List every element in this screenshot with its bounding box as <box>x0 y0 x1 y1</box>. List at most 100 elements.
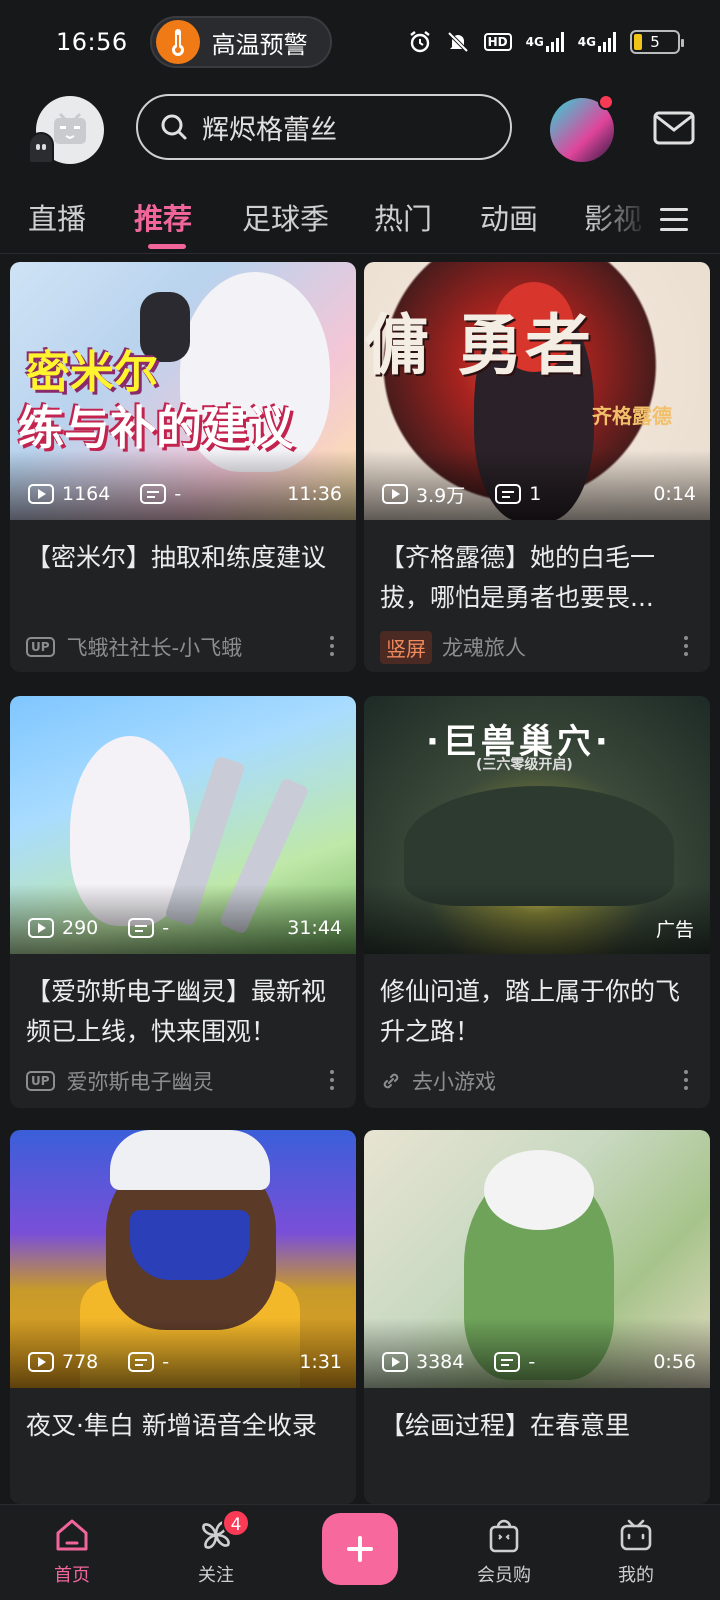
uploader-name[interactable]: 爱弥斯电子幽灵 <box>67 1066 214 1096</box>
video-card[interactable]: 密米尔 练与补的建议 1164 - 11:36 【密米尔】抽取和练度建议 UP … <box>10 262 356 672</box>
nav-mine[interactable]: 我的 <box>576 1515 696 1587</box>
card-footer: 去小游戏 <box>364 1052 710 1108</box>
nav-follow[interactable]: 关注 <box>156 1515 276 1587</box>
view-count: 778 <box>62 1351 99 1373</box>
more-options-icon[interactable] <box>684 1070 688 1090</box>
thumbnail-caption: (三六零级开启) <box>476 757 573 773</box>
app-header: 辉烬格蕾丝 <box>0 84 720 184</box>
publish-button[interactable] <box>322 1513 398 1585</box>
nav-home[interactable]: 首页 <box>12 1515 132 1587</box>
more-options-icon[interactable] <box>330 1070 334 1090</box>
ad-thumbnail[interactable]: ·巨兽巢穴· (三六零级开启) 广告 <box>364 696 710 954</box>
video-title[interactable]: 【绘画过程】在春意里 <box>364 1388 710 1486</box>
view-count: 3.9万 <box>416 484 466 507</box>
tab-anime[interactable]: 动画 <box>480 196 538 238</box>
thumbnail-caption: 密米尔 <box>26 347 158 398</box>
video-thumbnail[interactable]: 3384 - 0:56 <box>364 1130 710 1388</box>
mini-game-link[interactable]: 去小游戏 <box>412 1066 496 1096</box>
card-footer: UP 爱弥斯电子幽灵 <box>10 1052 356 1108</box>
tab-menu-icon[interactable] <box>660 208 688 232</box>
danmaku-count: 1 <box>529 483 542 505</box>
video-title[interactable]: 夜叉·隼白 新增语音全收录 <box>10 1388 356 1486</box>
video-stats: 1164 - 11:36 <box>28 480 342 508</box>
danmaku-count: - <box>162 917 170 939</box>
video-duration: 0:14 <box>653 483 696 505</box>
up-badge: UP <box>26 637 55 657</box>
video-stats: 778 - 1:31 <box>28 1348 342 1376</box>
search-placeholder: 辉烬格蕾丝 <box>202 114 337 146</box>
hd-voice-icon: HD <box>483 33 512 51</box>
video-thumbnail[interactable]: 傭 勇者 齐格露德 3.9万 1 0:14 <box>364 262 710 520</box>
video-duration: 0:56 <box>653 1351 696 1373</box>
play-count-icon <box>382 1352 408 1372</box>
video-stats: 3384 - 0:56 <box>382 1348 696 1376</box>
play-count-icon <box>28 1352 54 1372</box>
ghost-mode-icon[interactable] <box>28 132 54 164</box>
card-footer: UP 飞蛾社社长-小飞蛾 <box>10 618 356 672</box>
home-icon <box>56 1519 88 1551</box>
tab-fade <box>588 196 650 246</box>
hair-art <box>110 1130 270 1190</box>
danmaku-count: - <box>528 1351 536 1373</box>
danmaku-count: - <box>174 483 182 505</box>
search-icon <box>161 114 187 140</box>
danmaku-icon <box>128 918 155 938</box>
mask-art <box>130 1210 250 1280</box>
danmaku-icon <box>495 484 522 504</box>
tab-recommend[interactable]: 推荐 <box>134 196 192 238</box>
play-count-icon <box>28 918 54 938</box>
up-badge: UP <box>26 1071 55 1091</box>
uploader-name[interactable]: 龙魂旅人 <box>442 632 526 662</box>
tab-football[interactable]: 足球季 <box>242 196 329 238</box>
video-stats: 290 - 31:44 <box>28 914 342 942</box>
mail-icon[interactable] <box>652 110 696 146</box>
uploader-name[interactable]: 飞蛾社社长-小飞蛾 <box>67 632 243 662</box>
hair-art <box>484 1150 594 1230</box>
more-options-icon[interactable] <box>684 636 688 656</box>
thumbnail-caption: 练与补的建议 <box>18 401 294 455</box>
video-title[interactable]: 【密米尔】抽取和练度建议 <box>10 520 356 618</box>
follow-badge: 4 <box>222 1509 250 1537</box>
alarm-icon <box>408 30 432 54</box>
video-card[interactable]: 290 - 31:44 【爱弥斯电子幽灵】最新视频已上线，快来围观！ UP 爱弥… <box>10 696 356 1108</box>
video-stats: 3.9万 1 0:14 <box>382 480 696 508</box>
video-thumbnail[interactable]: 290 - 31:44 <box>10 696 356 954</box>
active-tab-indicator <box>148 244 186 249</box>
video-card[interactable]: 3384 - 0:56 【绘画过程】在春意里 <box>364 1130 710 1504</box>
view-count: 290 <box>62 917 99 939</box>
video-title[interactable]: 【齐格露德】她的白毛一拔，哪怕是勇者也要畏... <box>364 520 710 618</box>
heat-alert-pill[interactable]: 高温预警 <box>149 16 332 68</box>
search-bar[interactable]: 辉烬格蕾丝 <box>136 94 512 160</box>
ad-title[interactable]: 修仙问道，踏上属于你的飞升之路！ <box>364 954 710 1052</box>
video-thumbnail[interactable]: 密米尔 练与补的建议 1164 - 11:36 <box>10 262 356 520</box>
video-duration: 1:31 <box>299 1351 342 1373</box>
ad-label: 广告 <box>655 919 694 941</box>
view-count: 3384 <box>416 1351 465 1373</box>
thumbnail-caption: 齐格露德 <box>592 404 672 428</box>
thumbnail-caption: 傭 勇者 <box>364 307 593 384</box>
video-title[interactable]: 【爱弥斯电子幽灵】最新视频已上线，快来围观！ <box>10 954 356 1052</box>
mute-bell-icon <box>446 30 470 54</box>
notification-dot <box>598 94 614 110</box>
nav-vip-shop[interactable]: 会员购 <box>444 1515 564 1587</box>
status-time: 16:56 <box>56 28 128 56</box>
vertical-video-tag: 竖屏 <box>380 630 432 664</box>
video-card[interactable]: 778 - 1:31 夜叉·隼白 新增语音全收录 <box>10 1130 356 1504</box>
shopping-bag-icon <box>489 1519 519 1553</box>
ad-card[interactable]: ·巨兽巢穴· (三六零级开启) 广告 修仙问道，踏上属于你的飞升之路！ 去小游戏 <box>364 696 710 1108</box>
battery-indicator: 5 <box>630 30 684 54</box>
video-card[interactable]: 傭 勇者 齐格露德 3.9万 1 0:14 【齐格露德】她的白毛一拔，哪怕是勇者… <box>364 262 710 672</box>
play-count-icon <box>28 484 54 504</box>
video-thumbnail[interactable]: 778 - 1:31 <box>10 1130 356 1388</box>
status-bar: 16:56 高温预警 HD 4G 4G 5 <box>0 0 720 84</box>
more-options-icon[interactable] <box>330 636 334 656</box>
video-duration: 31:44 <box>287 917 342 939</box>
link-icon <box>383 1073 399 1089</box>
tabs-divider <box>0 253 720 254</box>
danmaku-count: - <box>162 1351 170 1373</box>
plus-icon <box>347 1536 373 1562</box>
heat-alert-text: 高温预警 <box>211 30 308 59</box>
play-count-icon <box>382 484 408 504</box>
tab-live[interactable]: 直播 <box>28 196 86 238</box>
tab-hot[interactable]: 热门 <box>374 196 432 238</box>
